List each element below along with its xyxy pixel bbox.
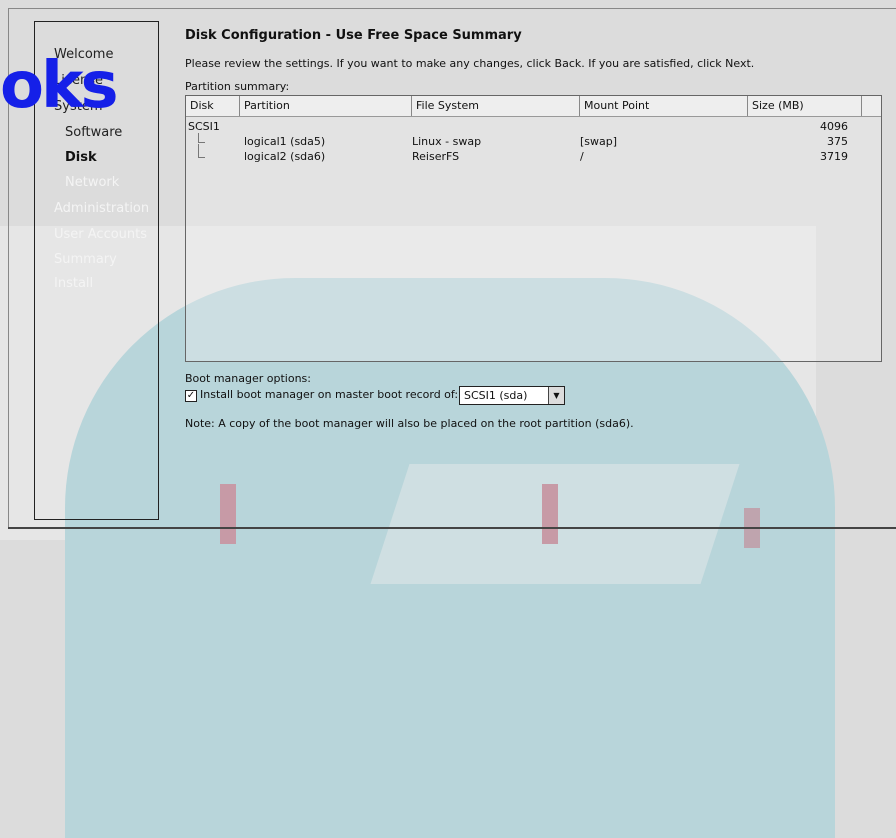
cell-disk: SCSI1 <box>188 120 220 133</box>
table-row[interactable]: SCSI1 4096 <box>186 120 863 135</box>
sidebar-item-administration: Administration <box>54 201 150 216</box>
background-post <box>542 484 558 544</box>
install-boot-manager-label[interactable]: Install boot manager on master boot reco… <box>200 388 458 401</box>
tree-branch-line <box>198 133 205 143</box>
cell-size: 3719 <box>820 150 848 163</box>
column-header-partition[interactable]: Partition <box>240 96 412 116</box>
table-row[interactable]: logical1 (sda5) Linux - swap [swap] 375 <box>186 133 863 150</box>
cell-filesystem: ReiserFS <box>412 150 460 163</box>
table-row[interactable]: logical2 (sda6) ReiserFS / 3719 <box>186 144 863 165</box>
window-frame-top <box>8 8 896 9</box>
partition-table[interactable]: Disk Partition File System Mount Point S… <box>185 95 882 362</box>
intro-text: Please review the settings. If you want … <box>185 57 755 70</box>
chevron-down-icon[interactable]: ▼ <box>548 387 564 404</box>
sidebar-item-software: Software <box>65 125 123 140</box>
page-title: Disk Configuration - Use Free Space Summ… <box>185 28 522 43</box>
sidebar-item-summary: Summary <box>54 252 117 267</box>
table-header: Disk Partition File System Mount Point S… <box>186 96 881 117</box>
sidebar-item-disk: Disk <box>65 150 97 165</box>
cell-partition: logical1 (sda5) <box>244 135 326 148</box>
sidebar-item-network: Network <box>65 175 120 190</box>
watermark-logo: oks <box>0 49 119 123</box>
cell-partition: logical2 (sda6) <box>244 150 326 163</box>
tree-branch-line <box>198 144 205 158</box>
check-mark-icon: ✓ <box>186 390 196 401</box>
cell-size: 375 <box>827 135 848 148</box>
cell-mount-point: [swap] <box>580 135 618 148</box>
boot-manager-options-label: Boot manager options: <box>185 372 311 385</box>
column-header-mount-point[interactable]: Mount Point <box>580 96 748 116</box>
window-frame-bottom <box>8 527 896 529</box>
cell-size: 4096 <box>820 120 848 133</box>
background-post <box>220 484 236 544</box>
sidebar-item-install: Install <box>54 276 94 291</box>
boot-device-value: SCSI1 (sda) <box>464 389 528 402</box>
cell-filesystem: Linux - swap <box>412 135 482 148</box>
column-header-size[interactable]: Size (MB) <box>748 96 862 116</box>
column-header-disk[interactable]: Disk <box>186 96 240 116</box>
boot-device-select[interactable]: SCSI1 (sda) ▼ <box>459 386 565 405</box>
sidebar-item-user-accounts: User Accounts <box>54 227 148 242</box>
cell-mount-point: / <box>580 150 584 163</box>
install-boot-manager-checkbox[interactable]: ✓ <box>185 390 197 402</box>
partition-summary-label: Partition summary: <box>185 80 290 93</box>
boot-manager-note: Note: A copy of the boot manager will al… <box>185 417 634 430</box>
column-header-filesystem[interactable]: File System <box>412 96 580 116</box>
